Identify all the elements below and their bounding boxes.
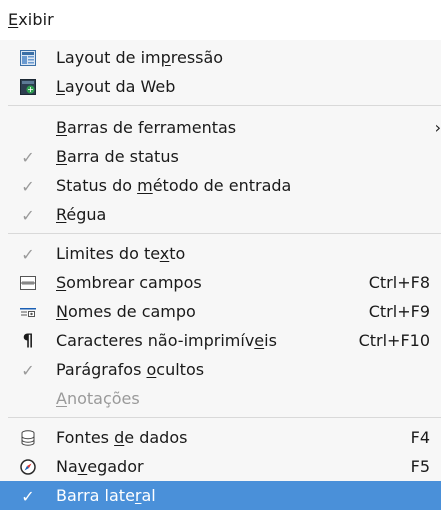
navigator-icon bbox=[19, 458, 37, 476]
checkmark-icon: ✓ bbox=[21, 205, 35, 225]
print-layout-icon bbox=[19, 49, 37, 67]
menu-item-label: Régua bbox=[56, 205, 107, 224]
pilcrow-icon: ¶ bbox=[22, 331, 34, 351]
menu-item-sidebar[interactable]: ✓ Barra lateral bbox=[0, 481, 441, 510]
menu-title[interactable]: Exibir bbox=[8, 10, 54, 29]
menu-item-label: Barras de ferramentas bbox=[56, 118, 237, 137]
menu-separator bbox=[8, 105, 441, 106]
shortcut-text: F5 bbox=[410, 457, 430, 476]
shortcut-text: F4 bbox=[410, 428, 430, 447]
shortcut-text: Ctrl+F9 bbox=[368, 302, 430, 321]
menu-item-label: Limites do texto bbox=[56, 244, 186, 263]
menu-item-label: Layout da Web bbox=[56, 77, 176, 96]
checkmark-icon: ✓ bbox=[21, 147, 35, 167]
menu-item-status-bar[interactable]: ✓ Barra de status bbox=[0, 142, 441, 171]
menu-item-label: Navegador bbox=[56, 457, 144, 476]
menu-item-navigator[interactable]: Navegador F5 bbox=[0, 452, 441, 481]
menu-item-label: Caracteres não-imprimíveis bbox=[56, 331, 277, 350]
menu-item-data-sources[interactable]: Fontes de dados F4 bbox=[0, 423, 441, 452]
shortcut-text: Ctrl+F10 bbox=[358, 331, 430, 350]
menu-item-toolbars[interactable]: Barras de ferramentas › bbox=[0, 113, 441, 142]
menu-separator bbox=[8, 233, 441, 234]
menu-title-bar: Exibir bbox=[0, 0, 441, 40]
menu-item-label: Barra lateral bbox=[56, 486, 156, 505]
menu-item-label: Layout de impressão bbox=[56, 48, 224, 67]
menu-item-label: Anotações bbox=[56, 389, 140, 408]
database-icon bbox=[19, 429, 37, 447]
menu-item-text-boundaries[interactable]: ✓ Limites do texto bbox=[0, 239, 441, 268]
menu-item-label: Status do método de entrada bbox=[56, 176, 292, 195]
checkmark-icon: ✓ bbox=[21, 360, 35, 380]
menu-item-ruler[interactable]: ✓ Régua bbox=[0, 200, 441, 229]
checkmark-icon: ✓ bbox=[21, 176, 35, 196]
menu-item-label: Fontes de dados bbox=[56, 428, 188, 447]
checkmark-icon: ✓ bbox=[21, 244, 35, 264]
menu-item-formatting-marks[interactable]: ¶ Caracteres não-imprimíveis Ctrl+F10 bbox=[0, 326, 441, 355]
checkmark-icon: ✓ bbox=[21, 486, 35, 506]
menu-item-hidden-paragraphs[interactable]: ✓ Parágrafos ocultos bbox=[0, 355, 441, 384]
menu-item-input-method-status[interactable]: ✓ Status do método de entrada bbox=[0, 171, 441, 200]
view-menu-dropdown: Layout de impressão Layout da Web Barras… bbox=[0, 40, 441, 510]
shade-fields-icon bbox=[19, 274, 37, 292]
web-layout-icon bbox=[19, 78, 37, 96]
menu-item-print-layout[interactable]: Layout de impressão bbox=[0, 43, 441, 72]
chevron-right-icon: › bbox=[434, 118, 441, 137]
menu-item-field-shadings[interactable]: Sombrear campos Ctrl+F8 bbox=[0, 268, 441, 297]
menu-item-label: Parágrafos ocultos bbox=[56, 360, 205, 379]
shortcut-text: Ctrl+F8 bbox=[368, 273, 430, 292]
menu-item-comments: Anotações bbox=[0, 384, 441, 413]
menu-item-label: Sombrear campos bbox=[56, 273, 202, 292]
menu-item-field-names[interactable]: Nomes de campo Ctrl+F9 bbox=[0, 297, 441, 326]
menu-item-web-layout[interactable]: Layout da Web bbox=[0, 72, 441, 101]
menu-item-label: Nomes de campo bbox=[56, 302, 196, 321]
menu-separator bbox=[8, 417, 441, 418]
menu-item-label: Barra de status bbox=[56, 147, 179, 166]
field-names-icon bbox=[19, 303, 37, 321]
